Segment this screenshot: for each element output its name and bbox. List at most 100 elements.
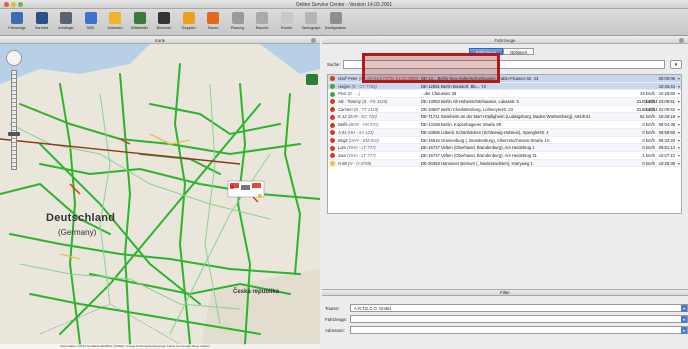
chevron-down-icon[interactable]: ▾ — [678, 83, 680, 90]
map-panel-close-button[interactable] — [311, 38, 316, 43]
chevron-down-icon: ▾ — [681, 316, 687, 323]
vehicle-address: DE-16727 Velten (Oberhavel, Brandenburg)… — [421, 145, 535, 151]
toolbar-label: Fahrzeuge — [8, 26, 26, 30]
chevron-down-icon[interactable]: ▾ — [678, 90, 680, 97]
toolbar-button-adressen[interactable]: Adressen — [102, 12, 128, 34]
toolbar-button-konfiguration[interactable]: Konfiguration — [323, 12, 349, 34]
toolbar-icon — [158, 12, 170, 24]
map-layer-icon[interactable] — [306, 74, 318, 85]
toolbar-button-reports[interactable]: Reports — [249, 12, 275, 34]
chevron-down-icon[interactable]: ▾ — [678, 129, 680, 136]
vehicle-row[interactable]: Beffe (BAR - ON 971) DE-13158 Berlin, Ko… — [328, 121, 681, 129]
chevron-down-icon[interactable]: ▾ — [678, 106, 680, 113]
toolbar-label: Benutzer — [156, 26, 172, 30]
vehicle-name: Susi (OHV - LT 777) — [338, 152, 376, 159]
chevron-down-icon[interactable]: ▾ — [678, 75, 680, 82]
vehicle-time: 00:00:06 — [658, 76, 675, 81]
vehicle-row[interactable]: AB - Tommy (B - PS 3328) DE-13053 Berlin… — [328, 98, 681, 106]
map-attribution[interactable]: Kartendaten ©2014 GeoBasis-DE/BKG (©2009… — [0, 344, 320, 349]
status-icon — [330, 91, 335, 97]
chevron-down-icon[interactable]: ▾ — [678, 113, 680, 120]
toolbar-button-events[interactable]: Events — [274, 12, 300, 34]
toolbar-label: Anhänger — [58, 26, 74, 30]
toolbar-icon — [109, 12, 121, 24]
status-icon — [330, 153, 335, 159]
vehicle-name: A 01 (HH - AA 123) — [338, 129, 374, 136]
chevron-down-icon[interactable]: ▾ — [678, 137, 680, 144]
vehicle-time: 10:26:50 — [658, 91, 675, 97]
vehicle-address: DE-71711 Steinheim an der Murr Höpfighei… — [421, 114, 591, 120]
vehicle-marker[interactable] — [258, 194, 262, 198]
toolbar-button-planung[interactable]: Planung — [225, 12, 251, 34]
vehicle-plate: (B - CT 7703) — [351, 83, 377, 89]
toolbar-button-mitarbeiter[interactable]: Mitarbeiter — [127, 12, 153, 34]
toolbar-button-touren[interactable]: Touren — [200, 12, 226, 34]
vehicle-address: DE-10587 Berlin Charlottenburg, Lohmeyer… — [421, 106, 513, 112]
vehicle-marker[interactable] — [230, 185, 234, 189]
tab-optionen[interactable]: Optionen — [503, 48, 535, 55]
vehicle-address: DE-16515 Oranienburg (, Brandenburg), Al… — [421, 137, 550, 143]
vehicle-address: DE-12681 Berlin Biesdorf, Blu... 72 — [421, 83, 486, 89]
fahrzeuge-select[interactable]: ▾ — [350, 315, 688, 323]
vehicle-time: 31.03.2014 22:09:52 — [636, 106, 675, 112]
vehicle-row[interactable]: Birgit (OHV - BM 910) DE-16515 Oranienbu… — [328, 137, 681, 145]
toolbar-button-sms[interactable]: SMS — [78, 12, 104, 34]
vehicle-row[interactable]: Holger (B - CT 7703) DE-12681 Berlin Bie… — [328, 82, 681, 91]
toolbar-icon — [280, 12, 293, 24]
toolbar-label: Konfiguration — [324, 26, 347, 30]
status-icon — [330, 84, 335, 90]
vehicle-row[interactable]: H 60 (H - O 6789) DE-30453 Hannover Born… — [328, 159, 681, 168]
vehicle-row[interactable]: Carsten (B - TT 2119) DE-10587 Berlin Ch… — [328, 106, 681, 114]
status-icon — [330, 76, 335, 82]
filter-row-adressen: Adressen: ▾ — [322, 326, 688, 335]
map-neighbor-label: Česká republika — [233, 289, 280, 295]
status-icon — [330, 137, 335, 143]
chevron-down-icon[interactable]: ▾ — [678, 98, 680, 105]
toolbar-button-garmins[interactable]: Garmins — [29, 12, 55, 34]
vehicle-speed: 0 km/h — [642, 129, 655, 135]
vehicle-list: Wolf-Peter (B - AH 610) (LTOL 01.01.2000… — [327, 74, 682, 214]
vehicle-row[interactable]: Post (B - ...) ...der Chaussee 29 24 km/h… — [328, 90, 681, 99]
vehicle-driver: Birgit — [338, 137, 348, 143]
chevron-down-icon[interactable]: ▾ — [678, 121, 680, 128]
map-pan-control[interactable] — [6, 50, 22, 66]
vehicle-driver: Post — [338, 91, 347, 97]
vehicle-plate: (HH - AA 123) — [347, 129, 374, 135]
vehicle-speed: 81 km/h — [640, 114, 655, 120]
toolbar-button-tachograph[interactable]: Tachograph — [298, 12, 324, 34]
adressen-select[interactable]: ▾ — [350, 326, 688, 334]
toolbar-button-benutzer[interactable]: Benutzer — [151, 12, 177, 34]
vehicle-plate: (OHV - LT 777) — [347, 152, 376, 158]
vehicle-row[interactable]: Susi (OHV - LT 777) DE-16727 Velten (Obe… — [328, 152, 681, 160]
toolbar-icon — [182, 12, 195, 24]
toolbar-label: Adressen — [107, 26, 123, 30]
map-roads — [0, 44, 320, 349]
vehicle-row[interactable]: Lars (OHV - LT 777) DE-16727 Velten (Obe… — [328, 144, 681, 152]
vehicle-time: 10:26:19 — [658, 114, 675, 120]
search-options-button[interactable]: ▾ — [670, 60, 682, 69]
window-titlebar: Online Service Center - Version 14.03.20… — [0, 0, 688, 9]
toolbar-label: Reports — [255, 26, 269, 30]
toolbar-icon — [305, 12, 317, 24]
vehicle-panel-close-button[interactable] — [679, 38, 684, 43]
vehicle-panel-header: Fahrzeuge — [322, 37, 688, 44]
map-view[interactable]: Deutschland (Germany) Česká republika Ka… — [0, 44, 320, 349]
touren-select[interactable]: A.R.T.E.C.O. GmbH ▾ — [350, 304, 688, 312]
chevron-down-icon[interactable]: ▾ — [678, 144, 680, 151]
toolbar-button-gruppen[interactable]: Gruppen — [176, 12, 202, 34]
vehicle-address: DE-13158 Berlin, Kopenhagener Straße 89 — [421, 122, 502, 128]
toolbar-button-fahrzeuge[interactable]: Fahrzeuge — [4, 12, 30, 34]
vehicle-row[interactable]: K 12 (BAR - EC 720) DE-71711 Steinheim a… — [328, 113, 681, 122]
map-zoom-thumb[interactable] — [8, 132, 20, 136]
status-icon — [330, 122, 335, 128]
toolbar-label: Tachograph — [301, 26, 321, 30]
toolbar-icon — [256, 12, 268, 24]
toolbar-label: Garmins — [34, 26, 49, 30]
toolbar-icon — [329, 12, 342, 24]
map-zoom-slider[interactable] — [11, 70, 17, 170]
toolbar-button-anh-nger[interactable]: Anhänger — [53, 12, 79, 34]
vehicle-row[interactable]: A 01 (HH - AA 123) DE-23556 Lübeck Schön… — [328, 128, 681, 137]
chevron-down-icon[interactable]: ▾ — [678, 152, 680, 159]
vehicle-plate: (OHV - BM 910) — [348, 137, 379, 143]
chevron-down-icon[interactable]: ▾ — [678, 160, 680, 167]
